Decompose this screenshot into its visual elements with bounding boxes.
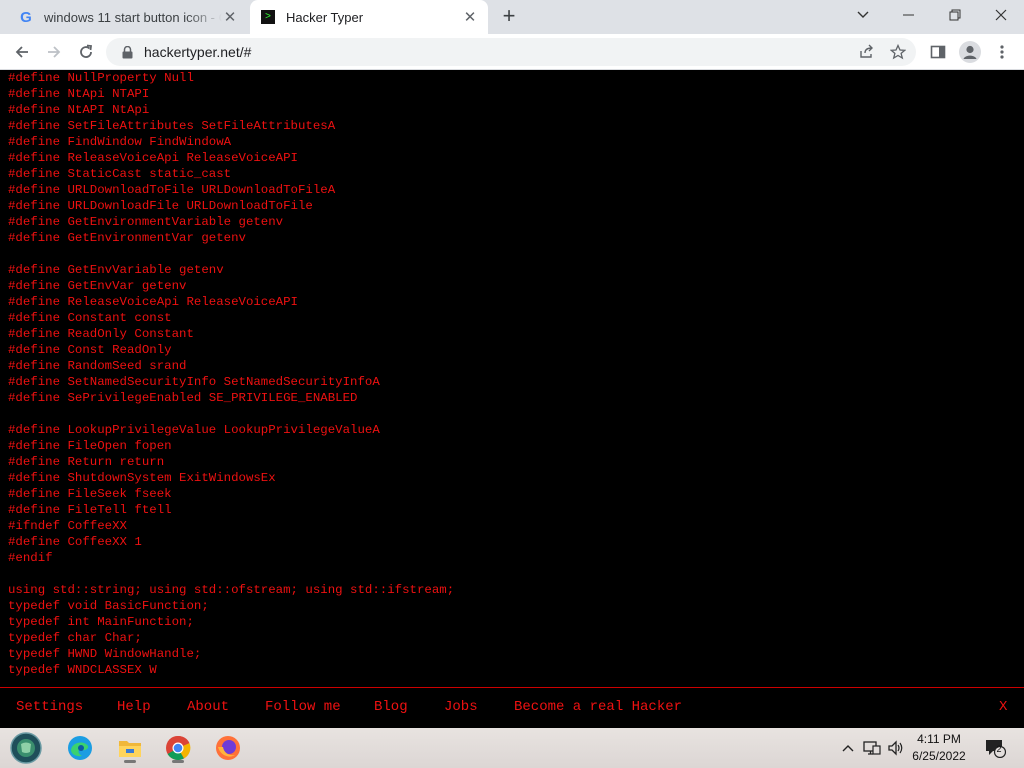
- code-line: #define SePrivilegeEnabled SE_PRIVILEGE_…: [8, 391, 358, 405]
- url-text: hackertyper.net/#: [144, 44, 252, 60]
- forward-button[interactable]: [40, 38, 68, 66]
- tab-strip: G windows 11 start button icon - Google …: [0, 0, 1024, 34]
- show-hidden-icons-chevron-icon[interactable]: [838, 738, 858, 758]
- menu-blog[interactable]: Blog: [374, 699, 408, 715]
- code-line: #define SetFileAttributes SetFileAttribu…: [8, 119, 336, 133]
- side-panel-icon[interactable]: [924, 38, 952, 66]
- file-explorer-icon[interactable]: [114, 732, 146, 764]
- system-clock[interactable]: 4:11 PM 6/25/2022: [904, 731, 974, 765]
- restore-button[interactable]: [932, 0, 978, 30]
- edge-icon[interactable]: [64, 732, 96, 764]
- menu-about[interactable]: About: [187, 699, 229, 715]
- share-icon[interactable]: [856, 42, 876, 62]
- chrome-icon[interactable]: [162, 732, 194, 764]
- code-line: #define FindWindow FindWindowA: [8, 135, 232, 149]
- volume-icon[interactable]: [886, 738, 906, 758]
- code-line: #define FileSeek fseek: [8, 487, 172, 501]
- menu-become-hacker[interactable]: Become a real Hacker: [514, 699, 682, 715]
- code-line: typedef WNDCLASSEX W: [8, 663, 157, 677]
- tab-close-icon[interactable]: ✕: [222, 9, 238, 26]
- code-line: #define GetEnvironmentVar getenv: [8, 231, 246, 245]
- code-line: #define GetEnvironmentVariable getenv: [8, 215, 284, 229]
- code-line: #define NtAPI NtApi: [8, 103, 150, 117]
- menu-settings[interactable]: Settings: [16, 699, 83, 715]
- code-line: #define LookupPrivilegeValue LookupPrivi…: [8, 423, 380, 437]
- window-close-button[interactable]: [978, 0, 1024, 30]
- clock-date: 6/25/2022: [912, 749, 966, 763]
- browser-toolbar: hackertyper.net/#: [0, 34, 1024, 70]
- code-line: #define ShutdownSystem ExitWindowsEx: [8, 471, 276, 485]
- menu-jobs[interactable]: Jobs: [444, 699, 478, 715]
- minimize-button[interactable]: [886, 0, 932, 30]
- hacker-menu-bar: Settings Help About Follow me Blog Jobs …: [0, 687, 1024, 728]
- code-line: typedef HWND WindowHandle;: [8, 647, 202, 661]
- hacker-terminal[interactable]: #define NullProperty Null #define NtApi N…: [0, 70, 1024, 686]
- terminal-icon: >: [260, 9, 276, 25]
- start-orb-icon[interactable]: [10, 732, 42, 764]
- reload-button[interactable]: [72, 38, 100, 66]
- bookmark-star-icon[interactable]: [888, 42, 908, 62]
- code-line: #define CoffeeXX 1: [8, 535, 142, 549]
- code-line: #define ReleaseVoiceApi ReleaseVoiceAPI: [8, 151, 298, 165]
- code-line: typedef void BasicFunction;: [8, 599, 209, 613]
- browser-menu-icon[interactable]: [988, 38, 1016, 66]
- notification-count: 2: [996, 744, 1002, 754]
- tab-search-chevron-icon[interactable]: [840, 0, 886, 30]
- code-line: #define ReadOnly Constant: [8, 327, 194, 341]
- explorer-running-indicator: [124, 760, 136, 763]
- code-line: #define SetNamedSecurityInfo SetNamedSec…: [8, 375, 380, 389]
- code-line: #ifndef CoffeeXX: [8, 519, 127, 533]
- menu-close-button[interactable]: X: [999, 699, 1007, 715]
- lock-icon[interactable]: [120, 45, 134, 59]
- google-g-icon: G: [20, 8, 32, 26]
- chrome-running-indicator: [172, 760, 184, 763]
- address-bar[interactable]: hackertyper.net/#: [106, 38, 916, 66]
- code-line: #define URLDownloadToFile URLDownloadToF…: [8, 183, 336, 197]
- tab-title: windows 11 start button icon - Google Se…: [44, 9, 222, 25]
- windows-taskbar: 4:11 PM 6/25/2022 2: [0, 728, 1024, 768]
- menu-follow-me[interactable]: Follow me: [265, 699, 341, 715]
- code-line: #endif: [8, 551, 53, 565]
- tab-close-icon[interactable]: ✕: [462, 9, 478, 26]
- tab-hacker-typer[interactable]: > Hacker Typer ✕: [250, 0, 488, 34]
- code-line: #define NtApi NTAPI: [8, 87, 150, 101]
- code-line: #define Const ReadOnly: [8, 343, 172, 357]
- tab-title: Hacker Typer: [286, 9, 364, 25]
- clock-time: 4:11 PM: [917, 732, 961, 746]
- action-center-icon[interactable]: 2: [982, 738, 1008, 758]
- code-output: #define NullProperty Null #define NtApi N…: [0, 70, 1024, 678]
- code-line: #define Return return: [8, 455, 165, 469]
- code-line: #define FileOpen fopen: [8, 439, 172, 453]
- code-line: #define Constant const: [8, 311, 172, 325]
- back-button[interactable]: [8, 38, 36, 66]
- code-line: #define NullProperty Null: [8, 71, 194, 85]
- firefox-icon[interactable]: [212, 732, 244, 764]
- code-line: #define StaticCast static_cast: [8, 167, 232, 181]
- code-line: #define FileTell ftell: [8, 503, 172, 517]
- menu-help[interactable]: Help: [117, 699, 151, 715]
- new-tab-button[interactable]: +: [498, 5, 520, 28]
- code-line: #define GetEnvVariable getenv: [8, 263, 224, 277]
- tab-google-search[interactable]: G windows 11 start button icon - Google …: [8, 0, 248, 34]
- code-line: #define GetEnvVar getenv: [8, 279, 187, 293]
- code-line: #define URLDownloadFile URLDownloadToFil…: [8, 199, 313, 213]
- profile-avatar-icon[interactable]: [956, 38, 984, 66]
- code-line: typedef int MainFunction;: [8, 615, 194, 629]
- network-icon[interactable]: [862, 738, 882, 758]
- code-line: typedef char Char;: [8, 631, 142, 645]
- code-line: using std::string; using std::ofstream; …: [8, 583, 455, 597]
- code-line: #define RandomSeed srand: [8, 359, 187, 373]
- code-line: #define ReleaseVoiceApi ReleaseVoiceAPI: [8, 295, 298, 309]
